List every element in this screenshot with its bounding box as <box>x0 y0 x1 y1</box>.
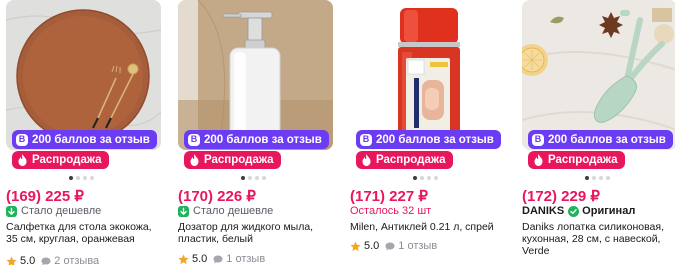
flame-icon <box>362 154 371 166</box>
spray-can-image <box>350 0 505 150</box>
product-price: (172) 229 ₽ <box>522 188 600 205</box>
bonus-points-icon: В <box>16 133 28 146</box>
bonus-points-icon: В <box>360 133 372 146</box>
product-title[interactable]: Салфетка для стола экокожа, 35 см, кругл… <box>6 221 161 245</box>
carousel-dots <box>413 176 438 180</box>
sale-badge: Распродажа <box>528 151 625 169</box>
sale-label: Распродажа <box>32 154 102 166</box>
rating-value: 5.0 <box>20 255 36 265</box>
sale-badge: Распродажа <box>12 151 109 169</box>
product-title[interactable]: Milen, Антиклей 0.21 л, спрей <box>350 221 505 233</box>
carousel-dot[interactable] <box>83 176 87 180</box>
product-photo[interactable]: В 200 баллов за отзыв <box>178 0 333 150</box>
carousel-dot[interactable] <box>248 176 252 180</box>
bonus-badge: В 200 баллов за отзыв <box>12 130 157 149</box>
brand-name[interactable]: DANIKS <box>522 205 564 217</box>
soap-dispenser-image <box>178 0 333 150</box>
carousel-dots <box>585 176 610 180</box>
bonus-label: 200 баллов за отзыв <box>32 133 150 146</box>
price-status-label: Стало дешевле <box>193 205 274 217</box>
comment-icon <box>385 242 395 250</box>
carousel-dots <box>241 176 266 180</box>
price-status: Стало дешевле <box>178 205 273 217</box>
carousel-dot[interactable] <box>427 176 431 180</box>
product-price: (170) 226 ₽ <box>178 188 256 205</box>
carousel-dot[interactable] <box>434 176 438 180</box>
bonus-label: 200 баллов за отзыв <box>204 133 322 146</box>
reviews-count[interactable]: 1 отзыв <box>398 240 437 252</box>
product-rating: 5.0 2 отзыва <box>6 255 99 265</box>
sale-label: Распродажа <box>376 154 446 166</box>
stock-status-label: Осталось 32 шт <box>350 205 432 217</box>
silicone-spatula-image <box>522 0 675 150</box>
bonus-badge: В 200 баллов за отзыв <box>528 130 673 149</box>
price-status: Стало дешевле <box>6 205 101 217</box>
price-down-icon <box>6 205 17 217</box>
product-price: (171) 227 ₽ <box>350 188 428 205</box>
sale-label: Распродажа <box>548 154 618 166</box>
carousel-dot[interactable] <box>592 176 596 180</box>
rating-value: 5.0 <box>192 253 208 265</box>
sale-badge: Распродажа <box>184 151 281 169</box>
price-status-label: Стало дешевле <box>21 205 102 217</box>
carousel-dot[interactable] <box>413 176 417 180</box>
original-label: Оригинал <box>582 205 636 217</box>
product-price: (169) 225 ₽ <box>6 188 84 205</box>
carousel-dot[interactable] <box>606 176 610 180</box>
flame-icon <box>534 154 543 166</box>
carousel-dots <box>69 176 94 180</box>
carousel-dot[interactable] <box>262 176 266 180</box>
brand-row: DANIKS Оригинал <box>522 205 635 217</box>
product-photo[interactable]: В 200 баллов за отзыв <box>522 0 675 150</box>
placemat-image <box>6 0 161 150</box>
rating-value: 5.0 <box>364 240 380 252</box>
verified-check-icon <box>568 205 580 217</box>
product-card[interactable]: В 200 баллов за отзыв Распродажа (172) 2… <box>522 0 675 265</box>
carousel-dot[interactable] <box>90 176 94 180</box>
product-card[interactable]: В 200 баллов за отзыв Распродажа (170) 2… <box>178 0 333 265</box>
comment-icon <box>213 255 223 263</box>
carousel-dot[interactable] <box>585 176 589 180</box>
star-icon <box>350 240 361 251</box>
flame-icon <box>18 154 27 166</box>
sale-label: Распродажа <box>204 154 274 166</box>
flame-icon <box>190 154 199 166</box>
bonus-label: 200 баллов за отзыв <box>548 133 666 146</box>
product-title[interactable]: Daniks лопатка силиконовая, кухонная, 28… <box>522 221 675 257</box>
bonus-points-icon: В <box>532 133 544 146</box>
carousel-dot[interactable] <box>76 176 80 180</box>
product-photo[interactable]: В 200 баллов за отзыв <box>350 0 505 150</box>
carousel-dot[interactable] <box>241 176 245 180</box>
carousel-dot[interactable] <box>420 176 424 180</box>
product-card[interactable]: В 200 баллов за отзыв Распродажа (171) 2… <box>350 0 505 265</box>
bonus-badge: В 200 баллов за отзыв <box>184 130 329 149</box>
product-photo[interactable]: В 200 баллов за отзыв <box>6 0 161 150</box>
product-card[interactable]: В 200 баллов за отзыв Распродажа (169) 2… <box>6 0 161 265</box>
price-down-icon <box>178 205 189 217</box>
reviews-count[interactable]: 1 отзыв <box>226 253 265 265</box>
bonus-label: 200 баллов за отзыв <box>376 133 494 146</box>
carousel-dot[interactable] <box>599 176 603 180</box>
star-icon <box>6 255 17 265</box>
reviews-count[interactable]: 2 отзыва <box>54 255 99 265</box>
product-rating: 5.0 1 отзыв <box>178 253 265 265</box>
carousel-dot[interactable] <box>69 176 73 180</box>
sale-badge: Распродажа <box>356 151 453 169</box>
carousel-dot[interactable] <box>255 176 259 180</box>
star-icon <box>178 253 189 264</box>
stock-status: Осталось 32 шт <box>350 205 431 217</box>
bonus-points-icon: В <box>188 133 200 146</box>
product-rating: 5.0 1 отзыв <box>350 240 437 252</box>
product-title[interactable]: Дозатор для жидкого мыла, пластик, белый <box>178 221 333 245</box>
bonus-badge: В 200 баллов за отзыв <box>356 130 501 149</box>
comment-icon <box>41 257 51 265</box>
